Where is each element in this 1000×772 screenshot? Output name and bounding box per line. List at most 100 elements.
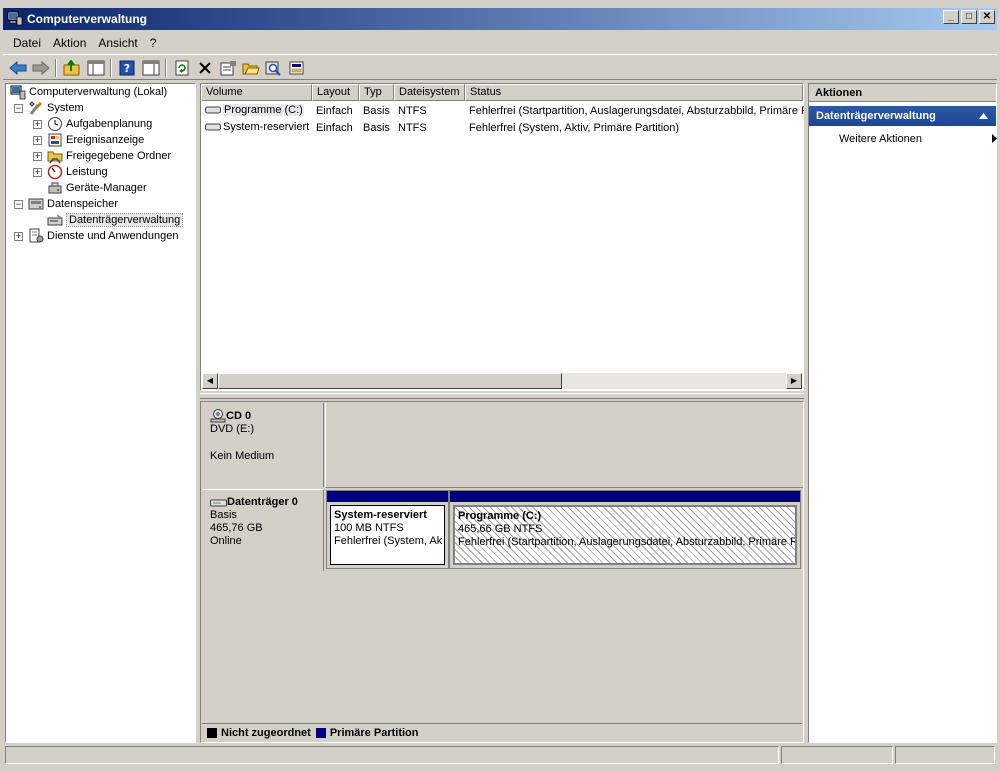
scroll-right-button[interactable]: ▶	[786, 373, 802, 389]
tree-label-ereignisanzeige: Ereignisanzeige	[66, 134, 145, 146]
cell-volume: Programme (C:)	[202, 102, 315, 118]
menu-datei[interactable]: Datei	[3, 32, 47, 52]
expand-toggle[interactable]: +	[33, 135, 42, 145]
column-header-status[interactable]: Status	[465, 84, 803, 101]
drive-icon	[205, 123, 221, 131]
window-title: Computerverwaltung	[27, 12, 148, 26]
close-button[interactable]: ✕	[979, 10, 995, 24]
show-hide-action-pane-button[interactable]	[141, 58, 161, 78]
properties-button[interactable]	[218, 58, 238, 78]
tree-label-leistung: Leistung	[66, 166, 108, 178]
partition-legend: Nicht zugeordnet Primäre Partition	[202, 723, 802, 742]
tree-label-aufgabenplanung: Aufgabenplanung	[66, 118, 153, 130]
column-header-layout[interactable]: Layout	[312, 84, 359, 101]
delete-button[interactable]	[195, 58, 215, 78]
action-pane-icon	[142, 60, 160, 76]
search-button[interactable]	[264, 58, 284, 78]
collapse-toggle[interactable]: −	[14, 103, 23, 113]
maximize-button[interactable]: □	[961, 10, 977, 24]
tree-label-datentraegerverwaltung: Datenträgerverwaltung	[66, 213, 184, 227]
refresh-icon	[175, 60, 189, 76]
column-header-dateisystem[interactable]: Dateisystem	[394, 84, 465, 101]
tree-item-datenspeicher[interactable]: − Datenspeicher	[14, 196, 118, 212]
partition-system-reserved[interactable]: System-reserviert 100 MB NTFS Fehlerfrei…	[326, 490, 449, 569]
disk-type: DVD (E:)	[210, 423, 254, 435]
column-header-typ[interactable]: Typ	[359, 84, 394, 101]
toolbar-separator	[55, 59, 57, 77]
tree-item-datentraegerverwaltung[interactable]: Datenträgerverwaltung	[47, 212, 184, 228]
actions-section-header[interactable]: Datenträgerverwaltung	[809, 106, 996, 126]
unallocated-swatch	[207, 728, 217, 738]
tree-item-freigegebene-ordner[interactable]: + Freigegebene Ordner	[33, 148, 171, 164]
folder-up-icon	[63, 60, 80, 76]
expand-toggle[interactable]: +	[33, 167, 42, 177]
back-arrow-icon	[9, 61, 27, 75]
shared-folder-icon	[47, 151, 63, 164]
scroll-left-button[interactable]: ◀	[202, 373, 218, 389]
cell-dateisystem: NTFS	[398, 122, 427, 134]
partition-programme-c[interactable]: Programme (C:) 465,66 GB NTFS Fehlerfrei…	[449, 490, 801, 569]
collapse-up-icon	[979, 113, 988, 119]
disk-name: CD 0	[226, 409, 252, 422]
menu-help[interactable]: ?	[144, 32, 163, 52]
column-header-volume[interactable]: Volume	[201, 84, 312, 101]
tree-label-geraete-manager: Geräte-Manager	[66, 182, 147, 194]
disk-label-disk0[interactable]: Datenträger 0 Basis 465,76 GB Online	[202, 489, 324, 571]
console-tree: Computerverwaltung (Lokal) − System + Au…	[5, 83, 196, 743]
tree-item-system[interactable]: − System	[14, 100, 84, 116]
tree-item-ereignisanzeige[interactable]: + Ereignisanzeige	[33, 132, 144, 148]
open-folder-button[interactable]	[241, 58, 261, 78]
menu-ansicht[interactable]: Ansicht	[92, 32, 143, 52]
event-viewer-icon	[48, 133, 62, 147]
cd-partition-area[interactable]	[325, 403, 803, 488]
disk-kind: Basis	[210, 509, 237, 521]
menu-aktion[interactable]: Aktion	[47, 32, 92, 52]
menu-bar: Datei Aktion Ansicht ?	[3, 32, 997, 52]
help-icon: ?	[119, 60, 135, 76]
table-row[interactable]: Programme (C:) Einfach Basis NTFS Fehler…	[201, 102, 804, 118]
more-actions-item[interactable]: Weitere Aktionen	[839, 133, 997, 145]
disk-settings-icon	[289, 61, 304, 75]
partition-status: Fehlerfrei (System, Ak	[334, 535, 443, 547]
toolbar: ?	[3, 54, 997, 80]
tree-item-dienste[interactable]: + Dienste und Anwendungen	[14, 228, 179, 244]
partition-size: 100 MB NTFS	[334, 522, 404, 534]
open-folder-icon	[242, 63, 260, 75]
status-cell-2	[781, 746, 893, 764]
partition-body: Programme (C:) 465,66 GB NTFS Fehlerfrei…	[453, 505, 797, 565]
disk-label-cd0[interactable]: CD 0 DVD (E:) Kein Medium	[202, 403, 324, 487]
scrollbar-thumb[interactable]	[218, 373, 562, 389]
help-button[interactable]: ?	[117, 58, 137, 78]
table-row[interactable]: System-reserviert Einfach Basis NTFS Feh…	[201, 119, 803, 135]
collapse-toggle[interactable]: −	[14, 199, 23, 209]
minimize-button[interactable]: _	[943, 10, 959, 24]
status-cell-main	[5, 746, 779, 764]
tree-label-dienste: Dienste und Anwendungen	[47, 230, 179, 242]
back-button[interactable]	[8, 58, 28, 78]
disk-graphical-view: CD 0 DVD (E:) Kein Medium Datenträger 0 …	[200, 401, 804, 743]
expand-toggle[interactable]: +	[33, 151, 42, 161]
forward-button[interactable]	[31, 58, 51, 78]
tree-label-system: System	[47, 102, 84, 114]
cell-layout: Einfach	[316, 122, 353, 134]
show-hide-tree-button[interactable]	[86, 58, 106, 78]
title-bar[interactable]: Computerverwaltung _ □ ✕	[3, 8, 997, 30]
refresh-button[interactable]	[172, 58, 192, 78]
storage-icon	[28, 198, 44, 210]
disk-settings-button[interactable]	[287, 58, 307, 78]
svg-text:?: ?	[124, 62, 130, 75]
volume-name: System-reserviert	[223, 121, 310, 133]
horizontal-scrollbar[interactable]: ◀ ▶	[202, 373, 802, 389]
expand-toggle[interactable]: +	[33, 119, 42, 129]
app-window: Computerverwaltung _ □ ✕ Datei Aktion An…	[0, 0, 1000, 772]
tree-item-geraete-manager[interactable]: Geräte-Manager	[47, 180, 147, 196]
tree-item-leistung[interactable]: + Leistung	[33, 164, 108, 180]
expand-toggle[interactable]: +	[14, 231, 23, 241]
tree-item-root[interactable]: Computerverwaltung (Lokal)	[10, 84, 167, 100]
pane-splitter[interactable]	[200, 393, 804, 399]
partition-header-bar	[327, 491, 448, 502]
forward-arrow-icon	[32, 61, 50, 75]
up-level-button[interactable]	[62, 58, 82, 78]
volume-name: Programme (C:)	[223, 104, 304, 116]
tree-item-aufgabenplanung[interactable]: + Aufgabenplanung	[33, 116, 152, 132]
